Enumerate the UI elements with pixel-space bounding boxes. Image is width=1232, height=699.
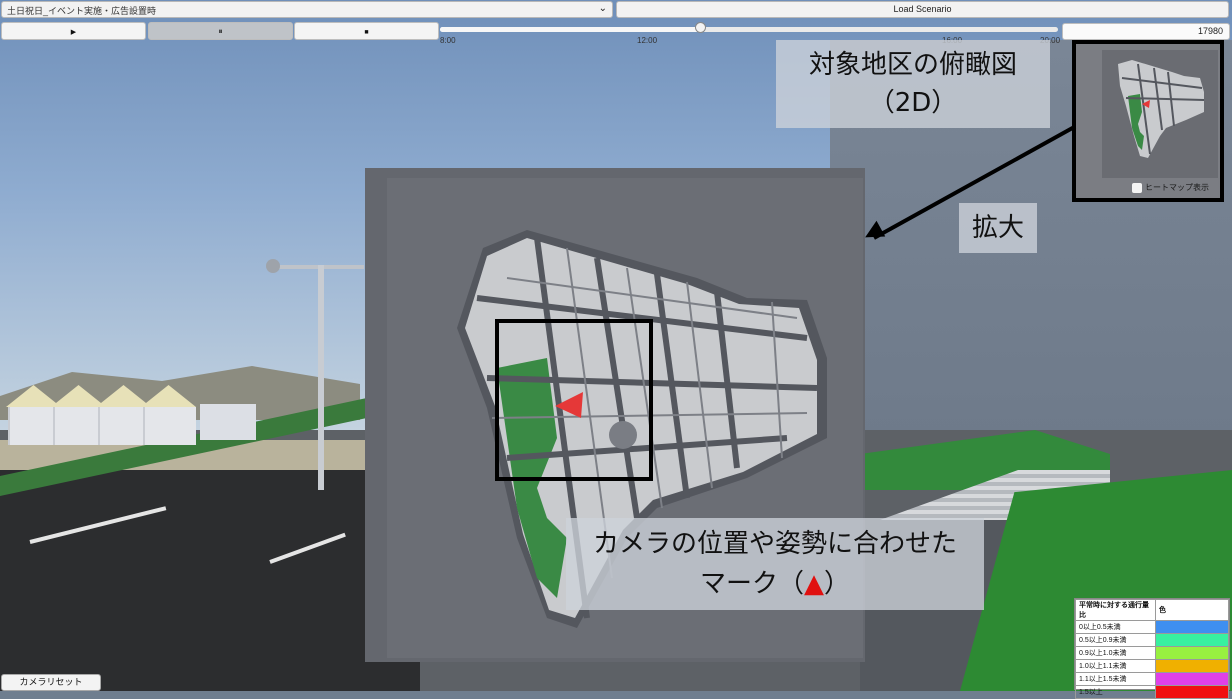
time-tick: 12:00 [637, 36, 658, 45]
play-button[interactable]: ▶ [1, 22, 146, 40]
scenario-dropdown[interactable]: 土日祝日_イベント実施・広告設置時 ⌄ [1, 1, 613, 18]
heatmap-toggle[interactable]: ヒートマップ表示 [1132, 182, 1209, 193]
legend-swatch [1155, 646, 1229, 660]
legend-swatch [1155, 633, 1229, 647]
minimap[interactable] [1102, 50, 1218, 178]
time-slider-handle[interactable] [694, 22, 706, 33]
agent-count-field[interactable]: 17980 [1062, 23, 1230, 40]
scenario-dropdown-value: 土日祝日_イベント実施・広告設置時 [7, 6, 157, 16]
legend-row-label: 1.1以上1.5未満 [1075, 672, 1156, 686]
heatmap-checkbox[interactable] [1132, 182, 1142, 193]
legend-row-label: 0.5以上0.9未満 [1075, 633, 1156, 647]
overview-callout: 対象地区の俯瞰図 （2D） [776, 40, 1050, 128]
time-tick: 8:00 [440, 36, 456, 45]
load-scenario-button[interactable]: Load Scenario [616, 1, 1229, 18]
legend-row-label: 0以上0.5未満 [1075, 620, 1156, 634]
time-slider-fill [440, 27, 700, 32]
minimap-svg [1118, 60, 1205, 158]
legend-swatch [1155, 620, 1229, 634]
stop-icon: ■ [364, 29, 369, 36]
legend-row-label: 1.5以上 [1075, 685, 1156, 699]
legend-swatch [1155, 685, 1229, 699]
zoom-callout: 拡大 [959, 203, 1037, 253]
marker-callout-line2: マーク（▲） [566, 564, 984, 604]
marker-callout-line1: カメラの位置や姿勢に合わせた [592, 529, 957, 559]
chevron-down-icon: ⌄ [598, 3, 607, 14]
legend-row-label: 1.0以上1.1未満 [1075, 659, 1156, 673]
legend-swatch [1155, 672, 1229, 686]
camera-view-highlight [495, 319, 653, 481]
legend-header-color: 色 [1155, 599, 1229, 621]
red-triangle-icon: ▲ [804, 569, 824, 599]
event-tents [6, 385, 206, 445]
minimap-highlight-frame: ヒートマップ表示 [1072, 40, 1224, 202]
road [0, 470, 420, 691]
play-icon: ▶ [70, 29, 77, 36]
legend-row-label: 0.9以上1.0未満 [1075, 646, 1156, 660]
tent [141, 385, 196, 445]
overview-callout-line1: 対象地区の俯瞰図 [808, 50, 1017, 80]
time-slider[interactable] [440, 27, 1058, 32]
overview-callout-line2: （2D） [868, 88, 958, 118]
wall [200, 404, 256, 440]
marker-callout-suffix: ） [824, 569, 851, 599]
heatmap-label: ヒートマップ表示 [1145, 183, 1209, 192]
pause-button[interactable]: ⏸ [148, 22, 293, 40]
legend-header-ratio: 平常時に対する通行量比 [1075, 599, 1156, 621]
camera-reset-button[interactable]: カメラリセット [1, 674, 101, 691]
traffic-ratio-legend: 平常時に対する通行量比 色 0以上0.5未満 0.5以上0.9未満 0.9以上1… [1074, 598, 1230, 699]
marker-callout: カメラの位置や姿勢に合わせた マーク（▲） [566, 518, 984, 610]
marker-callout-prefix: マーク（ [699, 569, 804, 599]
streetlight-pole [318, 265, 324, 490]
legend-swatch [1155, 659, 1229, 673]
stop-button[interactable]: ■ [294, 22, 439, 40]
streetlight-lamp [266, 259, 280, 273]
pause-icon: ⏸ [218, 27, 223, 36]
